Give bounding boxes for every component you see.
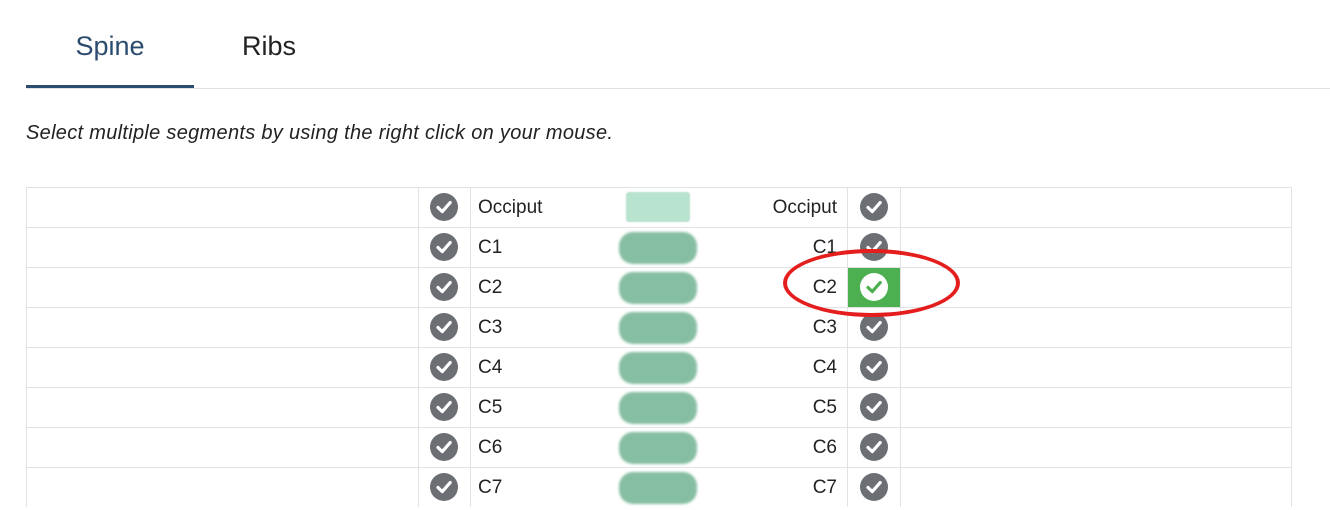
left-segment-toggle[interactable] <box>418 268 471 307</box>
right-segment-label: C4 <box>812 357 837 378</box>
tab-spine[interactable]: Spine <box>26 0 194 88</box>
right-segment-cell[interactable] <box>901 268 1292 307</box>
segment-row: C4 C4 <box>26 347 1292 387</box>
left-segment-cell[interactable] <box>26 428 419 467</box>
check-circle-icon <box>860 473 888 501</box>
left-segment-cell[interactable] <box>26 308 419 347</box>
left-segment-label: C2 <box>478 277 503 298</box>
check-circle-icon <box>430 393 458 421</box>
tab-ribs[interactable]: Ribs <box>194 0 344 88</box>
check-circle-icon <box>430 233 458 261</box>
check-circle-icon <box>860 193 888 221</box>
right-segment-label: C1 <box>812 237 837 258</box>
segment-row: C1 C1 <box>26 227 1292 267</box>
segment-row: C3 C3 <box>26 307 1292 347</box>
segment-row: C6 C6 <box>26 427 1292 467</box>
check-circle-icon <box>860 353 888 381</box>
left-segment-toggle[interactable] <box>418 348 471 387</box>
left-segment-label: C1 <box>478 237 503 258</box>
left-segment-label: C6 <box>478 437 503 458</box>
check-circle-icon <box>430 193 458 221</box>
check-circle-icon <box>860 233 888 261</box>
right-segment-label: C3 <box>812 317 837 338</box>
check-circle-icon <box>430 473 458 501</box>
right-segment-label: Occiput <box>772 197 837 218</box>
left-segment-label: C7 <box>478 477 503 498</box>
segment-row: C2 C2 <box>26 267 1292 307</box>
right-segment-toggle[interactable] <box>847 228 901 267</box>
right-segment-label: C6 <box>812 437 837 458</box>
left-segment-cell[interactable] <box>26 268 419 307</box>
right-segment-cell[interactable] <box>901 388 1292 427</box>
check-circle-icon <box>430 273 458 301</box>
check-circle-icon <box>860 273 888 301</box>
right-segment-toggle[interactable] <box>847 428 901 467</box>
instruction-text: Select multiple segments by using the ri… <box>26 122 614 144</box>
left-segment-toggle[interactable] <box>418 188 471 227</box>
check-circle-icon <box>430 313 458 341</box>
check-circle-icon <box>860 393 888 421</box>
left-segment-toggle[interactable] <box>418 468 471 507</box>
left-segment-cell[interactable] <box>26 348 419 387</box>
check-circle-icon <box>430 353 458 381</box>
right-segment-cell[interactable] <box>901 468 1292 507</box>
right-segment-label: C7 <box>812 477 837 498</box>
segment-row: C5 C5 <box>26 387 1292 427</box>
check-circle-icon <box>860 433 888 461</box>
segment-row: Occiput Occiput <box>26 187 1292 227</box>
right-segment-toggle[interactable] <box>847 468 901 507</box>
left-segment-cell[interactable] <box>26 468 419 507</box>
check-circle-icon <box>860 313 888 341</box>
left-segment-toggle[interactable] <box>418 428 471 467</box>
left-segment-label: Occiput <box>478 197 543 218</box>
right-segment-cell[interactable] <box>901 228 1292 267</box>
left-segment-toggle[interactable] <box>418 308 471 347</box>
left-segment-cell[interactable] <box>26 388 419 427</box>
left-segment-label: C3 <box>478 317 503 338</box>
right-segment-toggle[interactable] <box>847 308 901 347</box>
segment-grid: Occiput Occiput C1 C1 C2 C2 C3 C3 C4 C4 C5 C5 C6 C6 C7… <box>26 187 1292 507</box>
right-segment-label: C5 <box>812 397 837 418</box>
right-segment-label: C2 <box>812 277 837 298</box>
right-segment-cell[interactable] <box>901 188 1292 227</box>
right-segment-toggle[interactable] <box>847 188 901 227</box>
right-segment-toggle[interactable] <box>847 348 901 387</box>
left-segment-cell[interactable] <box>26 228 419 267</box>
left-segment-label: C5 <box>478 397 503 418</box>
tab-bar: Spine Ribs <box>26 0 1330 89</box>
check-circle-icon <box>430 433 458 461</box>
right-segment-toggle[interactable] <box>847 268 901 307</box>
left-segment-label: C4 <box>478 357 503 378</box>
right-segment-cell[interactable] <box>901 348 1292 387</box>
left-segment-cell[interactable] <box>26 188 419 227</box>
right-segment-cell[interactable] <box>901 428 1292 467</box>
right-segment-cell[interactable] <box>901 308 1292 347</box>
left-segment-toggle[interactable] <box>418 388 471 427</box>
segment-row: C7 C7 <box>26 467 1292 507</box>
left-segment-toggle[interactable] <box>418 228 471 267</box>
right-segment-toggle[interactable] <box>847 388 901 427</box>
